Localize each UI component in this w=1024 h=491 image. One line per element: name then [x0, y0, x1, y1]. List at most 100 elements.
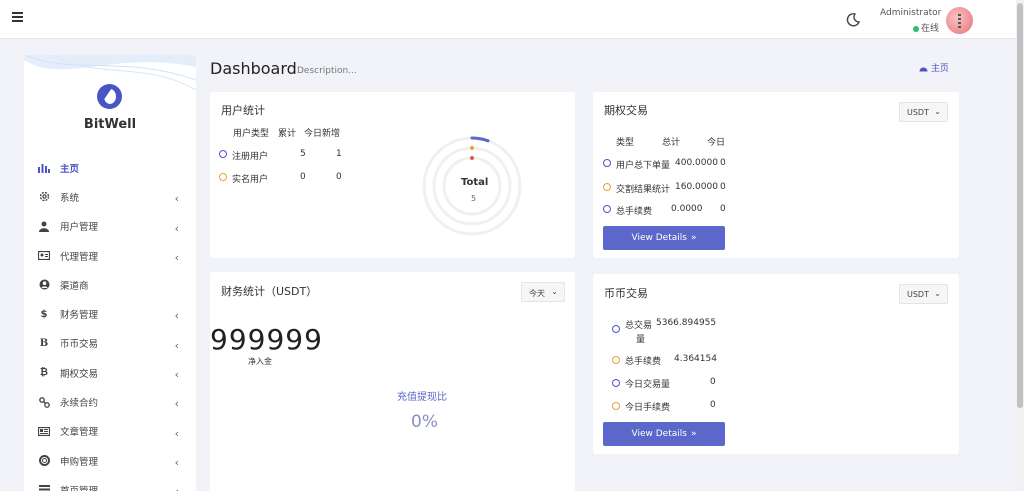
- sidebar-item-label: 首页管理: [60, 483, 98, 491]
- table-cell: 1: [336, 149, 342, 159]
- sidebar-item-label: 申购管理: [60, 456, 99, 468]
- options-trade-card: 期权交易 USDT ⌄ 类型 总计 今日 用户总下单量 400.0000 0 交割…: [593, 92, 959, 258]
- brand-name: BitWell: [83, 117, 137, 132]
- life-ring-icon: [38, 455, 50, 467]
- scrollbar-thumb[interactable]: [1017, 3, 1023, 408]
- button-label: View Details: [631, 233, 687, 243]
- id-card-icon: [38, 250, 50, 262]
- table-cell: 0: [720, 158, 726, 168]
- user-circle-icon: [38, 279, 50, 291]
- admin-status: 在线: [913, 21, 939, 34]
- sidebar-item-label: 系统: [60, 192, 80, 204]
- sidebar-item-system[interactable]: 系统 ‹: [24, 182, 196, 211]
- table-cell: 总手续费: [616, 207, 653, 217]
- currency-select-value: USDT: [907, 290, 929, 299]
- sidebar-item-label: 渠道商: [60, 280, 89, 292]
- net-deposit-value: 999999: [210, 323, 323, 356]
- chevron-left-icon: ‹: [174, 221, 179, 235]
- stat-label: 总交易: [625, 321, 653, 331]
- sidebar-item-label: 永续合约: [60, 398, 99, 410]
- stat-value: 0: [710, 377, 716, 387]
- table-header: 今日: [707, 138, 726, 148]
- card-title: 财务统计（USDT）: [221, 285, 318, 298]
- table-cell: 0: [336, 172, 342, 182]
- newspaper-icon: [38, 425, 50, 437]
- moon-icon[interactable]: [845, 12, 861, 28]
- list-icon: [38, 484, 50, 491]
- table-cell: 0: [300, 172, 306, 182]
- chevron-left-icon: ‹: [174, 338, 179, 352]
- chevron-left-icon: ‹: [175, 485, 179, 491]
- table-header: 类型: [616, 138, 635, 148]
- sidebar-item-agents[interactable]: 代理管理 ‹: [24, 241, 196, 270]
- bar-chart-icon: [38, 162, 50, 174]
- period-select-value: 今天: [529, 289, 545, 298]
- stat-value: 5366.894955: [656, 318, 717, 328]
- link-icon: [38, 396, 50, 408]
- stat-value: 0: [710, 400, 716, 410]
- table-header: 今日新增: [304, 129, 341, 139]
- page-scrollbar[interactable]: [1016, 0, 1024, 491]
- user-tie-icon: [38, 220, 50, 232]
- admin-name[interactable]: Administrator: [880, 8, 941, 18]
- sidebar-item-homepage[interactable]: 首页管理 ‹: [24, 475, 196, 491]
- bitcoin-icon: B: [39, 337, 49, 349]
- chevron-down-icon: ⌄: [934, 107, 941, 116]
- chevron-left-icon: ‹: [174, 397, 179, 411]
- chevron-left-icon: ‹: [174, 368, 179, 382]
- dashboard-gauge-icon: [919, 67, 928, 72]
- sidebar-item-label: 用户管理: [60, 222, 99, 234]
- sidebar-item-label: 财务管理: [60, 310, 99, 322]
- sidebar-item-finance[interactable]: $ 财务管理 ‹: [24, 299, 196, 328]
- status-text: 在线: [921, 24, 940, 34]
- top-navbar: Administrator 在线: [0, 0, 1016, 39]
- sidebar-item-articles[interactable]: 文章管理 ‹: [24, 417, 196, 446]
- sidebar-item-label: 文章管理: [60, 427, 99, 439]
- sidebar-item-label: 代理管理: [60, 251, 99, 263]
- circle-icon: [603, 183, 611, 191]
- chevron-left-icon: ‹: [174, 250, 179, 264]
- sidebar: BitWell 主页 系统 ‹ 用户管理 ‹ 代理管理 ‹ 渠道商 $ 财务管理: [24, 55, 196, 491]
- table-cell: 交割结果统计: [616, 185, 671, 195]
- donut-dot-verified: [470, 146, 474, 150]
- currency-select[interactable]: USDT ⌄: [899, 102, 948, 122]
- sidebar-item-subscription[interactable]: 申购管理 ‹: [24, 446, 196, 475]
- sidebar-item-channels[interactable]: 渠道商: [24, 270, 196, 299]
- double-chevron-right-icon: »: [690, 429, 697, 439]
- circle-icon: [603, 205, 611, 213]
- stat-label: 今日交易量: [625, 380, 671, 390]
- online-dot-icon: [913, 25, 919, 32]
- sidebar-item-perpetual[interactable]: 永续合约 ‹: [24, 387, 196, 416]
- donut-value: 5: [471, 194, 477, 203]
- circle-icon: [219, 173, 227, 181]
- currency-select[interactable]: USDT ⌄: [899, 284, 948, 304]
- sidebar-item-options-trade[interactable]: ₿ 期权交易 ‹: [24, 358, 196, 387]
- page-title: Dashboard: [210, 59, 297, 78]
- circle-icon: [612, 356, 620, 364]
- sidebar-item-label: 期权交易: [60, 368, 99, 380]
- currency-select-value: USDT: [907, 108, 929, 117]
- card-title: 期权交易: [604, 104, 648, 117]
- breadcrumb[interactable]: 主页: [919, 61, 949, 74]
- donut-dot-red: [470, 156, 474, 160]
- sidebar-item-home[interactable]: 主页: [24, 153, 196, 182]
- stat-label: 总手续费: [625, 357, 662, 367]
- table-cell: 注册用户: [232, 152, 269, 162]
- dollar-icon: $: [40, 308, 48, 320]
- view-details-button[interactable]: View Details»: [603, 226, 725, 250]
- period-select[interactable]: 今天 ⌄: [521, 282, 565, 302]
- stat-label-wrap: 量: [636, 335, 646, 345]
- view-details-button[interactable]: View Details»: [603, 422, 725, 446]
- sidebar-item-spot-trade[interactable]: B 币币交易 ‹: [24, 329, 196, 358]
- chevron-down-icon: ⌄: [551, 287, 558, 296]
- hamburger-icon[interactable]: [12, 12, 23, 22]
- table-cell: 160.0000: [675, 182, 718, 192]
- avatar[interactable]: [946, 7, 973, 34]
- button-label: View Details: [631, 429, 687, 439]
- sidebar-item-users[interactable]: 用户管理 ‹: [24, 212, 196, 241]
- stat-value: 4.364154: [674, 354, 717, 364]
- donut-label: Total: [461, 177, 489, 188]
- sidebar-item-label: 主页: [60, 163, 80, 175]
- breadcrumb-home[interactable]: 主页: [931, 64, 949, 74]
- deposit-withdraw-ratio-value: 0%: [411, 412, 438, 432]
